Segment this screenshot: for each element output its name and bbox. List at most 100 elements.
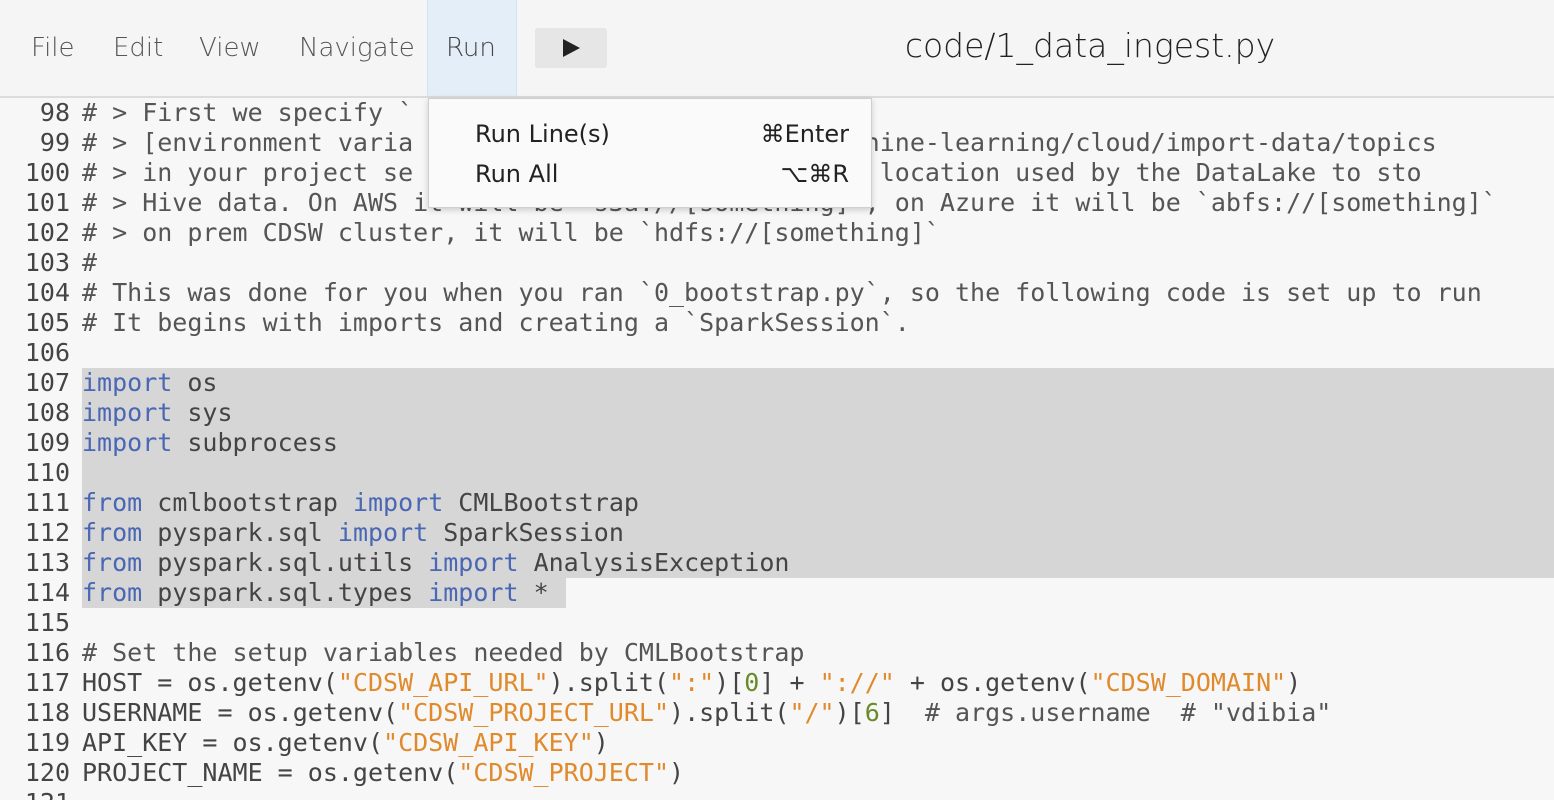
code-token: pyspark.sql.utils: [142, 548, 429, 577]
code-token: PROJECT_NAME = os.getenv(: [82, 758, 459, 787]
string-token: "/": [789, 698, 835, 727]
menu-run[interactable]: Run: [427, 0, 517, 96]
code-line[interactable]: 104 # This was done for you when you ran …: [0, 278, 1554, 308]
menu-item-run-all[interactable]: Run All ⌥⌘R: [429, 154, 871, 194]
code-token: )[: [834, 698, 865, 727]
run-button[interactable]: [535, 28, 607, 68]
line-number: 105: [24, 308, 70, 337]
code-text: from pyspark.sql.utils import AnalysisEx…: [82, 548, 789, 578]
comment-token: # It begins with imports and creating a …: [82, 308, 910, 337]
code-line[interactable]: 109 import subprocess: [0, 428, 1554, 458]
comment-token: #: [82, 248, 98, 277]
line-number: 120: [24, 758, 70, 787]
line-number: 108: [24, 398, 70, 427]
keyword-token: from: [82, 578, 143, 607]
code-line[interactable]: 116 # Set the setup variables needed by C…: [0, 638, 1554, 668]
code-token: SparkSession: [428, 518, 624, 547]
line-number: 121: [0, 788, 70, 800]
code-line[interactable]: 107 import os: [0, 368, 1554, 398]
code-token: API_KEY = os.getenv(: [82, 728, 384, 757]
code-text: from pyspark.sql import SparkSession: [82, 518, 624, 548]
code-token: ): [593, 728, 609, 757]
code-text: from cmlbootstrap import CMLBootstrap: [82, 488, 639, 518]
selection-highlight: [82, 368, 1554, 398]
code-line[interactable]: 115: [0, 608, 1554, 638]
code-line[interactable]: 119 API_KEY = os.getenv("CDSW_API_KEY"): [0, 728, 1554, 758]
line-number: 98: [39, 98, 70, 127]
code-text: # > on prem CDSW cluster, it will be `hd…: [82, 218, 940, 248]
code-token: ): [669, 758, 685, 787]
line-number: 110: [24, 458, 70, 487]
line-number: 114: [24, 578, 70, 607]
string-token: "CDSW_PROJECT_URL": [398, 698, 670, 727]
menu-item-label: Run Line(s): [475, 120, 610, 148]
code-token: CMLBootstrap: [443, 488, 639, 517]
line-number: 107: [24, 368, 70, 397]
menu-navigate[interactable]: Navigate: [281, 0, 433, 96]
code-line[interactable]: 110: [0, 458, 1554, 488]
code-line[interactable]: 106: [0, 338, 1554, 368]
code-text: # This was done for you when you ran `0_…: [82, 278, 1482, 308]
code-token: HOST = os.getenv(: [82, 668, 338, 697]
string-token: "CDSW_API_URL": [337, 668, 549, 697]
code-line[interactable]: 113 from pyspark.sql.utils import Analysi…: [0, 548, 1554, 578]
number-token: 6: [864, 698, 880, 727]
line-number: 112: [24, 518, 70, 547]
code-line[interactable]: 117 HOST = os.getenv("CDSW_API_URL").spli…: [0, 668, 1554, 698]
code-line[interactable]: 105 # It begins with imports and creating…: [0, 308, 1554, 338]
code-line[interactable]: 120 PROJECT_NAME = os.getenv("CDSW_PROJEC…: [0, 758, 1554, 788]
string-token: "CDSW_PROJECT": [458, 758, 670, 787]
comment-token: # This was done for you when you ran `0_…: [82, 278, 1482, 307]
code-line[interactable]: 118 USERNAME = os.getenv("CDSW_PROJECT_UR…: [0, 698, 1554, 728]
keyword-token: from: [82, 548, 143, 577]
line-number: 99: [39, 128, 70, 157]
keyword-token: from: [82, 488, 143, 517]
menu-bar: File Edit View Navigate Run code/1_data_…: [0, 0, 1554, 98]
code-text: import sys: [82, 398, 233, 428]
code-line[interactable]: 112 from pyspark.sql import SparkSession: [0, 518, 1554, 548]
string-token: ":": [669, 668, 715, 697]
keyword-token: import: [82, 428, 173, 457]
code-text: import os: [82, 368, 217, 398]
comment-token: # > on prem CDSW cluster, it will be `hd…: [82, 218, 940, 247]
keyword-token: import: [337, 518, 429, 547]
line-number: 111: [24, 488, 70, 517]
line-number: 102: [24, 218, 70, 247]
code-token: os: [172, 368, 218, 397]
code-text: import subprocess: [82, 428, 338, 458]
editor-window: 98 # > First we specify ` 99 # > [environm…: [0, 0, 1554, 800]
code-token: pyspark.sql: [142, 518, 338, 547]
line-number: 106: [24, 338, 70, 367]
menu-edit[interactable]: Edit: [95, 0, 181, 96]
menu-view[interactable]: View: [181, 0, 279, 96]
code-line[interactable]: 103 #: [0, 248, 1554, 278]
line-number: 115: [24, 608, 70, 637]
string-token: "CDSW_DOMAIN": [1090, 668, 1287, 697]
code-token: AnalysisException: [518, 548, 790, 577]
line-number: 119: [24, 728, 70, 757]
code-line[interactable]: 102 # > on prem CDSW cluster, it will be …: [0, 218, 1554, 248]
code-token: sys: [172, 398, 233, 427]
code-line[interactable]: 108 import sys: [0, 398, 1554, 428]
code-text: # Set the setup variables needed by CMLB…: [82, 638, 804, 668]
line-number: 103: [24, 248, 70, 277]
line-number: 104: [24, 278, 70, 307]
code-line[interactable]: 111 from cmlbootstrap import CMLBootstrap: [0, 488, 1554, 518]
menu-item-run-lines[interactable]: Run Line(s) ⌘Enter: [429, 114, 871, 154]
comment-token: # Set the setup variables needed by CMLB…: [82, 638, 805, 667]
file-title: code/1_data_ingest.py: [904, 26, 1276, 65]
code-token: *: [518, 578, 549, 607]
keyword-token: import: [352, 488, 444, 517]
keyword-token: import: [82, 398, 173, 427]
code-line[interactable]: 121: [0, 788, 1554, 800]
code-token: ): [1286, 668, 1302, 697]
line-number: 116: [24, 638, 70, 667]
line-number: 113: [24, 548, 70, 577]
line-number: 118: [24, 698, 70, 727]
menu-file[interactable]: File: [13, 0, 93, 96]
comment-token: # > First we specify `: [82, 98, 414, 127]
keyword-token: from: [82, 518, 143, 547]
code-line[interactable]: 114 from pyspark.sql.types import *: [0, 578, 1554, 608]
code-token: USERNAME = os.getenv(: [82, 698, 399, 727]
comment-token: # args.username # "vdibia": [924, 698, 1332, 727]
